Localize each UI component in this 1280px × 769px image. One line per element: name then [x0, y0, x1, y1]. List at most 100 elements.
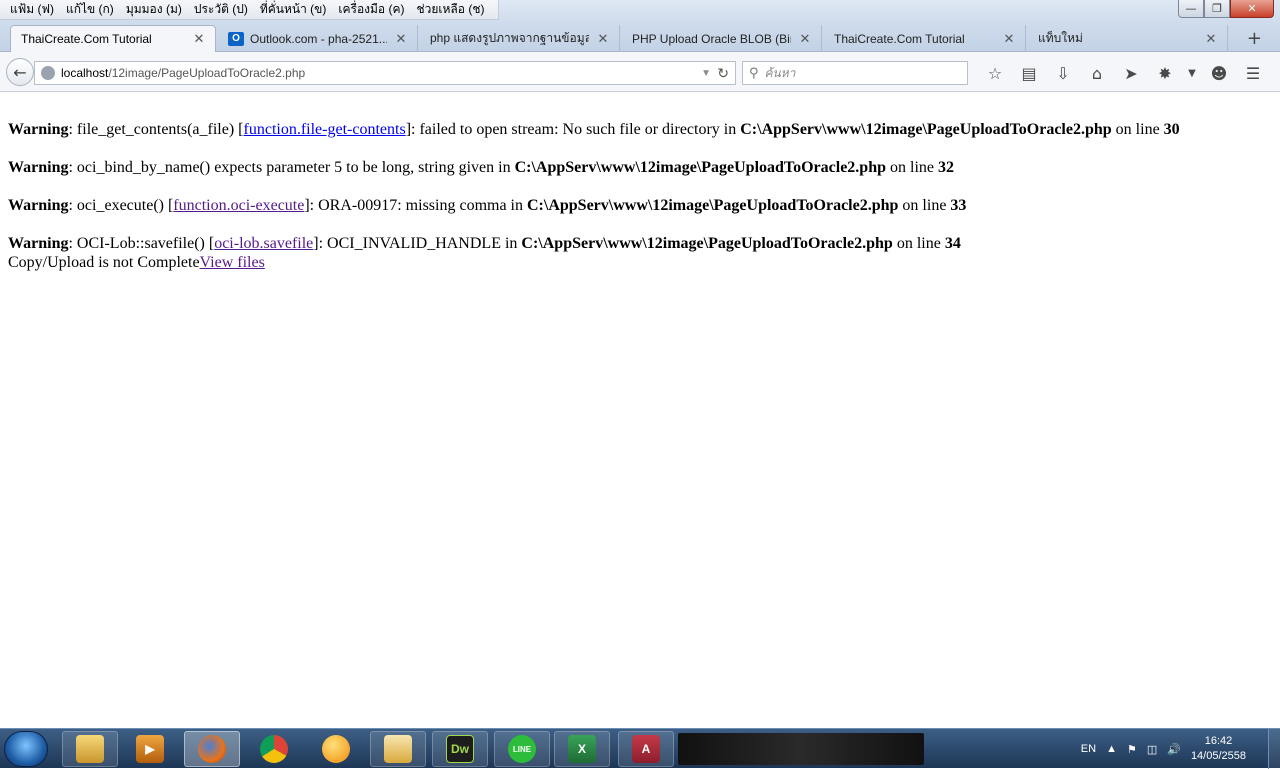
- tab-thaicreate-1[interactable]: ThaiCreate.Com Tutorial ✕: [10, 25, 216, 52]
- tab-close-icon[interactable]: ✕: [393, 31, 409, 47]
- messenger-icon: [322, 735, 350, 763]
- search-placeholder: ค้นหา: [764, 65, 796, 80]
- tab-close-icon[interactable]: ✕: [1203, 31, 1219, 47]
- bookmark-star-icon[interactable]: ☆: [978, 60, 1012, 86]
- doc-link-oci-execute[interactable]: function.oci-execute: [173, 197, 304, 214]
- search-bar[interactable]: ⚲ ค้นหา: [742, 61, 968, 85]
- close-icon: ✕: [1247, 2, 1257, 15]
- url-history-dropdown-icon[interactable]: ▼: [701, 68, 711, 79]
- access-icon: A: [632, 735, 660, 763]
- warning-label: Warning: [8, 121, 69, 138]
- warning-line-number: 33: [950, 197, 967, 214]
- taskbar-dreamweaver[interactable]: Dw: [432, 731, 488, 767]
- warning-text: : OCI-Lob::savefile() [: [68, 235, 215, 252]
- warning-oci-lob-savefile: Warning: OCI-Lob::savefile() [oci-lob.sa…: [8, 234, 1272, 253]
- taskbar-chrome[interactable]: [246, 731, 302, 767]
- show-hidden-icons-icon[interactable]: ▲: [1106, 743, 1117, 755]
- tab-close-icon[interactable]: ✕: [797, 31, 813, 47]
- volume-icon[interactable]: 🔊: [1167, 743, 1181, 756]
- taskbar-window-preview: [678, 733, 924, 765]
- network-icon[interactable]: ◫: [1147, 743, 1157, 756]
- site-identity-icon[interactable]: [41, 66, 55, 80]
- warning-text: ]: ORA-00917: missing comma in: [304, 197, 527, 214]
- system-tray: EN ▲ ⚑ ◫ 🔊 16:42 14/05/2558: [1081, 729, 1280, 769]
- start-button[interactable]: [4, 731, 48, 767]
- menu-help[interactable]: ช่วยเหลือ (ช): [411, 0, 491, 19]
- folder-icon: [76, 735, 104, 763]
- warning-file-path: C:\AppServ\www\12image\PageUploadToOracl…: [521, 235, 893, 252]
- warning-label: Warning: [8, 197, 69, 214]
- taskbar-media-player[interactable]: ▶: [122, 731, 178, 767]
- tab-close-icon[interactable]: ✕: [595, 31, 611, 47]
- navigation-bar: ← localhost/12image/PageUploadToOracle2.…: [0, 52, 1280, 92]
- warning-file-path: C:\AppServ\www\12image\PageUploadToOracl…: [740, 121, 1112, 138]
- minimize-button[interactable]: —: [1178, 0, 1204, 18]
- doc-link-file-get-contents[interactable]: function.file-get-contents: [244, 121, 406, 138]
- warning-oci-bind-by-name: Warning: oci_bind_by_name() expects para…: [8, 158, 1272, 177]
- warning-text: ]: failed to open stream: No such file o…: [405, 121, 741, 138]
- send-icon[interactable]: ➤: [1114, 60, 1148, 86]
- tab-php-image[interactable]: php แสดงรูปภาพจากฐานข้อมูล ... ✕: [420, 25, 620, 52]
- hamburger-menu-icon[interactable]: ☰: [1236, 60, 1270, 86]
- menu-history[interactable]: ประวัติ (ป): [188, 0, 254, 19]
- chat-icon[interactable]: ☻: [1202, 60, 1236, 86]
- url-host: localhost: [61, 66, 109, 80]
- warning-text: : file_get_contents(a_file) [: [68, 121, 244, 138]
- language-indicator[interactable]: EN: [1081, 743, 1096, 755]
- toolbar-icons: ☆ ▤ ⇩ ⌂ ➤ ✸ ▼ ☻ ☰: [978, 60, 1270, 86]
- page-content: Warning: file_get_contents(a_file) [func…: [0, 93, 1280, 728]
- taskbar-excel[interactable]: X: [554, 731, 610, 767]
- view-files-link[interactable]: View files: [200, 254, 265, 271]
- tab-php-upload-blob[interactable]: PHP Upload Oracle BLOB (Bin... ✕: [622, 25, 822, 52]
- menu-edit[interactable]: แก้ไข (ก): [60, 0, 120, 19]
- home-icon[interactable]: ⌂: [1080, 60, 1114, 86]
- clock[interactable]: 16:42 14/05/2558: [1191, 734, 1246, 764]
- taskbar-explorer[interactable]: [62, 731, 118, 767]
- action-center-flag-icon[interactable]: ⚑: [1127, 743, 1137, 756]
- warning-text: on line: [892, 235, 945, 252]
- tab-title: Outlook.com - pha-2521...: [250, 31, 387, 46]
- tab-close-icon[interactable]: ✕: [1001, 31, 1017, 47]
- show-desktop-button[interactable]: [1268, 729, 1280, 769]
- menu-file[interactable]: แฟ้ม (ฟ): [4, 0, 60, 19]
- taskbar-messenger[interactable]: [308, 731, 364, 767]
- restore-icon: ❐: [1212, 2, 1222, 15]
- tab-title: แท็บใหม่: [1038, 31, 1083, 45]
- new-tab-button[interactable]: +: [1247, 28, 1262, 49]
- line-icon: LINE: [508, 735, 536, 763]
- taskbar-line[interactable]: LINE: [494, 731, 550, 767]
- warning-file-path: C:\AppServ\www\12image\PageUploadToOracl…: [527, 197, 899, 214]
- taskbar-firefox[interactable]: [184, 731, 240, 767]
- back-button[interactable]: ←: [6, 58, 34, 86]
- menu-view[interactable]: มุมมอง (ม): [120, 0, 188, 19]
- restore-button[interactable]: ❐: [1204, 0, 1230, 18]
- warning-text: : oci_bind_by_name() expects parameter 5…: [68, 159, 515, 176]
- media-player-icon: ▶: [136, 735, 164, 763]
- tab-close-icon[interactable]: ✕: [191, 31, 207, 47]
- menu-bookmarks[interactable]: ที่คั่นหน้า (ข): [254, 0, 333, 19]
- warning-text: ]: OCI_INVALID_HANDLE in: [313, 235, 522, 252]
- warning-line-number: 32: [938, 159, 954, 176]
- taskbar-outlook[interactable]: [370, 731, 426, 767]
- tab-title: PHP Upload Oracle BLOB (Bin...: [632, 31, 791, 46]
- doc-link-oci-lob-savefile[interactable]: oci-lob.savefile: [214, 235, 313, 252]
- taskbar-access[interactable]: A: [618, 731, 674, 767]
- tab-outlook[interactable]: O Outlook.com - pha-2521... ✕: [218, 25, 418, 52]
- extension-dropdown-icon[interactable]: ▼: [1182, 60, 1202, 86]
- plus-icon: +: [1246, 28, 1262, 49]
- outlook-favicon-icon: O: [228, 31, 244, 46]
- downloads-icon[interactable]: ⇩: [1046, 60, 1080, 86]
- reading-list-icon[interactable]: ▤: [1012, 60, 1046, 86]
- warning-text: on line: [886, 159, 938, 176]
- url-bar[interactable]: localhost/12image/PageUploadToOracle2.ph…: [34, 61, 736, 85]
- extension-icon[interactable]: ✸: [1148, 60, 1182, 86]
- menu-tools[interactable]: เครื่องมือ (ค): [332, 0, 410, 19]
- reload-icon[interactable]: ↻: [717, 65, 729, 82]
- close-window-button[interactable]: ✕: [1230, 0, 1274, 18]
- warning-text: on line: [898, 197, 951, 214]
- dreamweaver-icon: Dw: [446, 735, 474, 763]
- warning-text: : oci_execute() [: [68, 197, 174, 214]
- tab-thaicreate-2[interactable]: ThaiCreate.Com Tutorial ✕: [824, 25, 1026, 52]
- tab-new-tab[interactable]: แท็บใหม่ ✕: [1028, 25, 1228, 52]
- firefox-icon: [198, 735, 226, 763]
